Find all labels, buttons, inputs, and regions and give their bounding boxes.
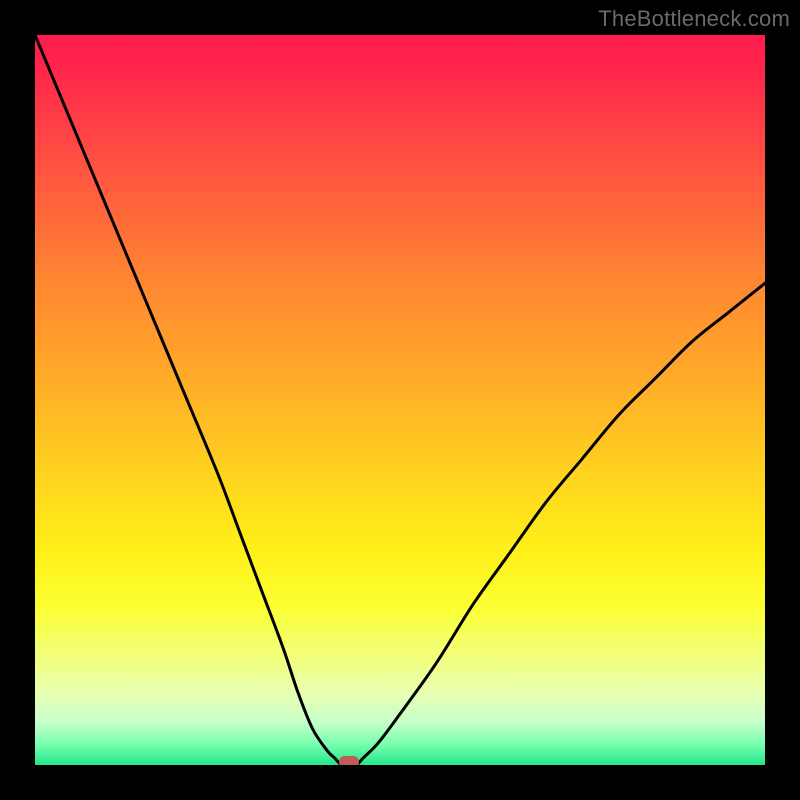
plot-area [35,35,765,765]
watermark-text: TheBottleneck.com [598,6,790,32]
minimum-marker [339,756,359,765]
chart-frame: TheBottleneck.com [0,0,800,800]
bottleneck-curve [35,35,765,765]
